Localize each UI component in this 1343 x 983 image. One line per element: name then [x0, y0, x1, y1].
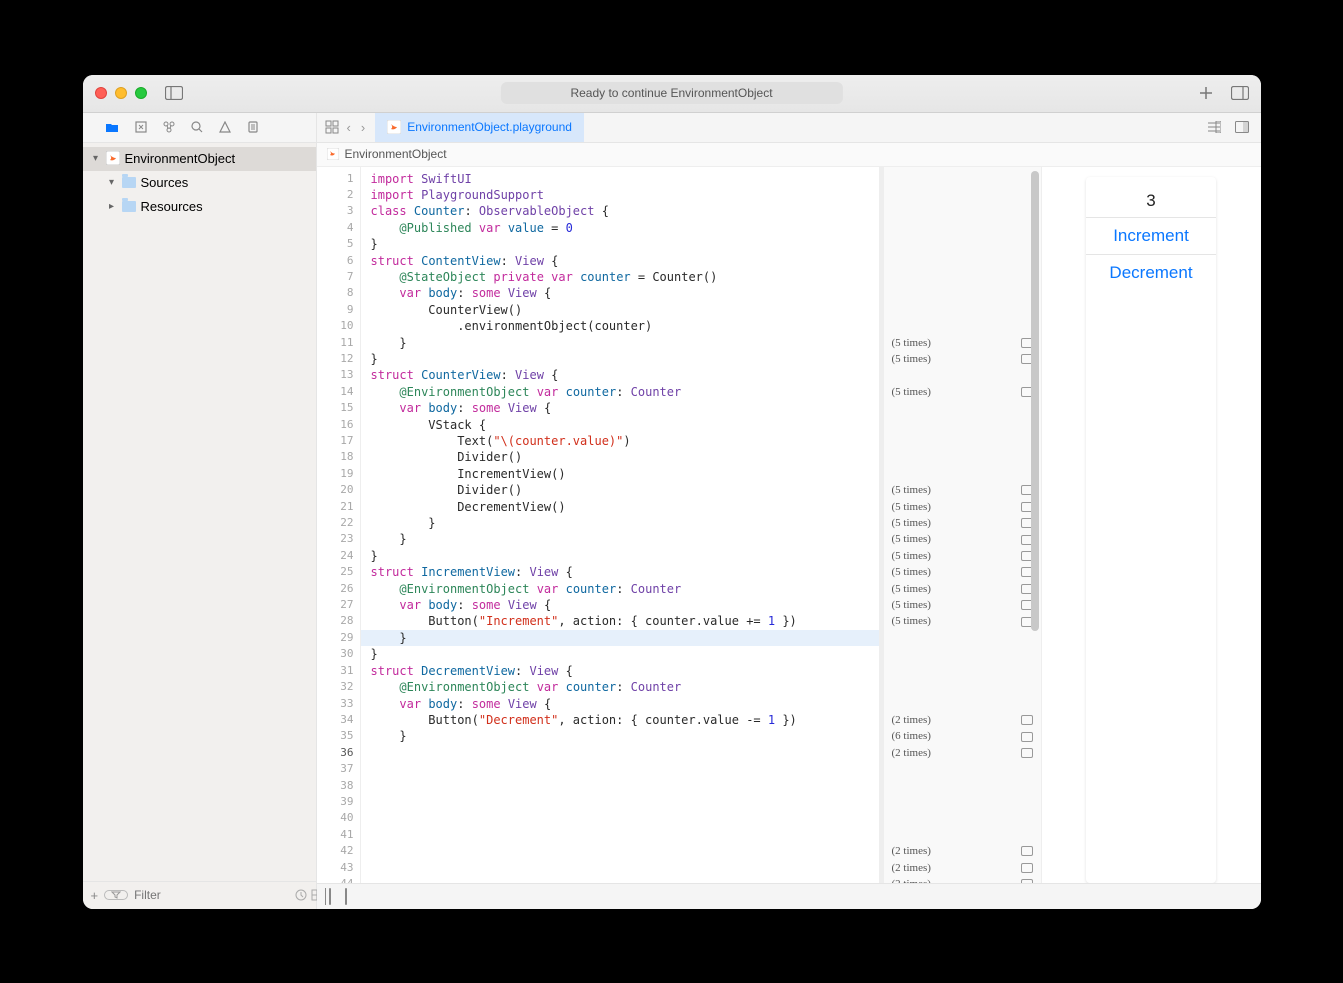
breadcrumb[interactable]: EnvironmentObject [317, 143, 1261, 167]
decrement-button[interactable]: Decrement [1086, 255, 1216, 291]
result-row[interactable]: (2 times) [892, 876, 1033, 883]
recent-filter-icon[interactable] [295, 889, 307, 901]
minimize-button[interactable] [115, 87, 127, 99]
toggle-debug-console-button[interactable] [329, 889, 331, 904]
find-navigator-icon[interactable] [191, 121, 203, 133]
navigator-footer: + [83, 881, 316, 909]
line-gutter: 1234567891011121314151617181920212223242… [317, 167, 361, 883]
folder-icon [121, 175, 137, 191]
result-row[interactable]: (2 times) [892, 745, 1033, 761]
toggle-sidebar-button[interactable] [165, 86, 183, 100]
result-row[interactable]: (5 times) [892, 613, 1033, 629]
editor-area: EnvironmentObject 1234567891011121314151… [317, 143, 1261, 909]
tree-root-label: EnvironmentObject [125, 151, 236, 166]
project-navigator: ▾ EnvironmentObject ▾ Sources ▸ Resource… [83, 143, 317, 909]
xcode-window: Ready to continue EnvironmentObject ‹ › … [83, 75, 1261, 909]
tree-item-label: Resources [141, 199, 203, 214]
tree-item-sources[interactable]: ▾ Sources [83, 171, 316, 195]
result-row[interactable]: (5 times) [892, 581, 1033, 597]
disclosure-icon[interactable]: ▾ [107, 177, 117, 188]
swift-file-icon [387, 120, 401, 134]
result-row[interactable]: (2 times) [892, 843, 1033, 859]
tree-item-label: Sources [141, 175, 189, 190]
editor-tab-label: EnvironmentObject.playground [407, 120, 572, 134]
result-row[interactable]: (5 times) [892, 482, 1033, 498]
filter-scope-button[interactable] [104, 890, 128, 900]
toggle-variables-view-button[interactable] [345, 889, 347, 904]
test-navigator-icon[interactable] [247, 121, 259, 133]
scrollbar[interactable] [1026, 167, 1041, 883]
editor-options-icon[interactable] [1207, 121, 1221, 133]
folder-icon [121, 199, 137, 215]
breadcrumb-item: EnvironmentObject [345, 147, 447, 161]
results-sidebar: (5 times)(5 times) (5 times) (5 times)(5… [879, 167, 1041, 883]
traffic-lights [95, 87, 147, 99]
status-bar: Ready to continue EnvironmentObject [500, 82, 842, 104]
source-control-navigator-icon[interactable] [135, 121, 147, 133]
titlebar: Ready to continue EnvironmentObject [83, 75, 1261, 113]
related-items-icon[interactable] [325, 120, 339, 134]
tree-root[interactable]: ▾ EnvironmentObject [83, 147, 316, 171]
increment-button[interactable]: Increment [1086, 218, 1216, 254]
nav-back-button[interactable]: ‹ [347, 120, 351, 135]
close-button[interactable] [95, 87, 107, 99]
result-row[interactable]: (5 times) [892, 531, 1033, 547]
code-content[interactable]: import SwiftUIimport PlaygroundSupportcl… [361, 167, 879, 883]
swift-file-icon [105, 151, 121, 167]
symbol-navigator-icon[interactable] [163, 121, 175, 133]
issue-navigator-icon[interactable] [219, 121, 231, 133]
navigator-toolbar: ‹ › EnvironmentObject.playground [83, 113, 1261, 143]
swift-file-icon [327, 148, 339, 160]
result-row[interactable]: (5 times) [892, 515, 1033, 531]
library-button[interactable] [1231, 86, 1249, 100]
result-row[interactable]: (5 times) [892, 564, 1033, 580]
add-file-button[interactable]: + [91, 888, 99, 903]
scroll-thumb[interactable] [1031, 171, 1039, 631]
add-button[interactable] [1199, 86, 1213, 100]
adjust-editor-icon[interactable] [1235, 121, 1249, 133]
result-row[interactable]: (5 times) [892, 335, 1033, 351]
project-navigator-icon[interactable] [105, 121, 119, 133]
disclosure-icon[interactable]: ▸ [107, 201, 117, 212]
result-row[interactable]: (5 times) [892, 597, 1033, 613]
result-row[interactable]: (5 times) [892, 548, 1033, 564]
editor-tab[interactable]: EnvironmentObject.playground [375, 113, 584, 142]
disclosure-icon[interactable]: ▾ [91, 153, 101, 164]
result-row[interactable]: (2 times) [892, 712, 1033, 728]
filter-input[interactable] [134, 888, 289, 902]
result-row[interactable]: (6 times) [892, 728, 1033, 744]
zoom-button[interactable] [135, 87, 147, 99]
result-row[interactable]: (2 times) [892, 860, 1033, 876]
source-editor[interactable]: 1234567891011121314151617181920212223242… [317, 167, 1041, 883]
result-row[interactable]: (5 times) [892, 499, 1033, 515]
counter-value: 3 [1086, 185, 1216, 217]
result-row[interactable]: (5 times) [892, 351, 1033, 367]
nav-forward-button[interactable]: › [361, 120, 365, 135]
preview-card: 3 Increment Decrement [1086, 177, 1216, 883]
live-view-canvas: 3 Increment Decrement [1041, 167, 1261, 883]
result-row[interactable]: (5 times) [892, 384, 1033, 400]
debug-bar [317, 883, 1261, 909]
tree-item-resources[interactable]: ▸ Resources [83, 195, 316, 219]
